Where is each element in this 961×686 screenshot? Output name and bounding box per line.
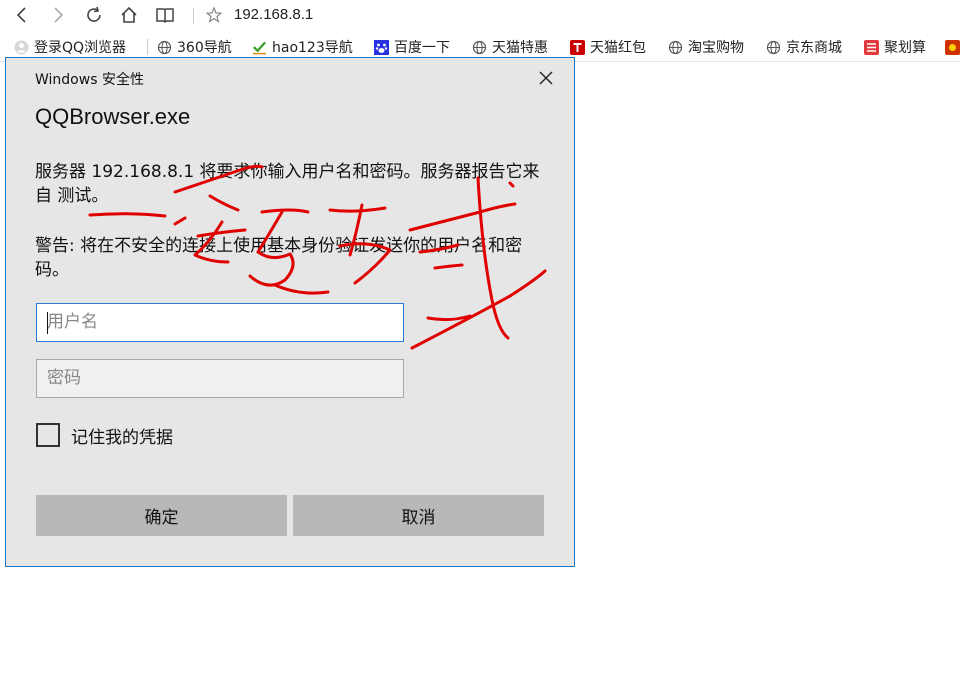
baidu-paw-icon <box>374 39 389 55</box>
bookmark-overflow[interactable] <box>945 38 961 56</box>
remember-label: 记住我的凭据 <box>71 427 173 448</box>
bookmark-label: 360导航 <box>177 40 232 56</box>
book-icon <box>156 8 174 23</box>
home-button[interactable] <box>117 4 141 26</box>
close-button[interactable] <box>536 68 556 88</box>
password-placeholder: 密码 <box>47 368 81 388</box>
app-icon <box>945 39 960 55</box>
remember-credentials[interactable]: 记住我的凭据 <box>36 422 173 448</box>
bookmark-juhuasuan[interactable]: 聚划算 <box>864 38 926 56</box>
username-input[interactable]: 用户名 <box>36 303 404 342</box>
cancel-button[interactable]: 取消 <box>293 495 544 536</box>
bookmark-tmall-redpacket[interactable]: 天猫红包 <box>570 38 646 56</box>
bookmark-baidu[interactable]: 百度一下 <box>374 38 450 56</box>
bookmark-divider <box>147 39 148 55</box>
bookmark-360[interactable]: 360导航 <box>157 38 232 56</box>
app-name: QQBrowser.exe <box>35 104 191 129</box>
hao123-icon <box>252 40 267 55</box>
forward-arrow-icon <box>54 7 64 23</box>
tmall-icon <box>570 39 585 55</box>
username-placeholder: 用户名 <box>47 312 98 332</box>
forward-button[interactable] <box>46 4 70 26</box>
remember-checkbox[interactable] <box>36 423 60 447</box>
windows-security-dialog: Windows 安全性 QQBrowser.exe 服务器 192.168.8.… <box>5 57 575 567</box>
favorite-button[interactable] <box>202 4 226 26</box>
bookmark-hao123[interactable]: hao123导航 <box>252 38 353 56</box>
password-input[interactable]: 密码 <box>36 359 404 398</box>
refresh-icon <box>87 6 101 22</box>
server-message: 服务器 192.168.8.1 将要求你输入用户名和密码。服务器报告它来自 测试… <box>35 162 540 206</box>
bookmark-label: 天猫特惠 <box>492 40 548 56</box>
bookmark-label: 百度一下 <box>394 40 450 56</box>
security-warning: 警告: 将在不安全的连接上使用基本身份验证发送你的用户名和密码。 <box>35 236 523 280</box>
globe-icon <box>668 40 683 55</box>
juhuasuan-icon <box>864 39 879 55</box>
text-caret <box>47 312 48 334</box>
user-icon <box>14 40 29 55</box>
bookmark-label: 天猫红包 <box>590 40 646 56</box>
back-arrow-icon <box>16 7 26 23</box>
bookmark-label: hao123导航 <box>272 40 353 56</box>
reading-mode-button[interactable] <box>153 4 177 26</box>
bookmark-login-qq[interactable]: 登录QQ浏览器 <box>14 38 126 56</box>
dialog-title: Windows 安全性 <box>35 72 144 88</box>
bookmark-taobao[interactable]: 淘宝购物 <box>668 38 744 56</box>
bookmark-label: 聚划算 <box>884 40 926 56</box>
bookmark-tmall-deals[interactable]: 天猫特惠 <box>472 38 548 56</box>
browser-toolbar: 192.168.8.1 <box>0 0 961 33</box>
toolbar-divider <box>193 8 194 24</box>
bookmark-label: 淘宝购物 <box>688 40 744 56</box>
back-button[interactable] <box>10 4 34 26</box>
star-icon <box>206 7 222 23</box>
ok-button[interactable]: 确定 <box>36 495 287 536</box>
address-bar[interactable]: 192.168.8.1 <box>234 6 313 23</box>
close-icon <box>539 71 553 85</box>
bookmark-label: 登录QQ浏览器 <box>34 40 127 56</box>
bookmark-jd[interactable]: 京东商城 <box>766 38 842 56</box>
home-icon <box>121 6 137 23</box>
globe-icon <box>157 40 172 55</box>
bookmark-label: 京东商城 <box>786 40 842 56</box>
globe-icon <box>766 40 781 55</box>
refresh-button[interactable] <box>82 4 106 26</box>
globe-icon <box>472 40 487 55</box>
